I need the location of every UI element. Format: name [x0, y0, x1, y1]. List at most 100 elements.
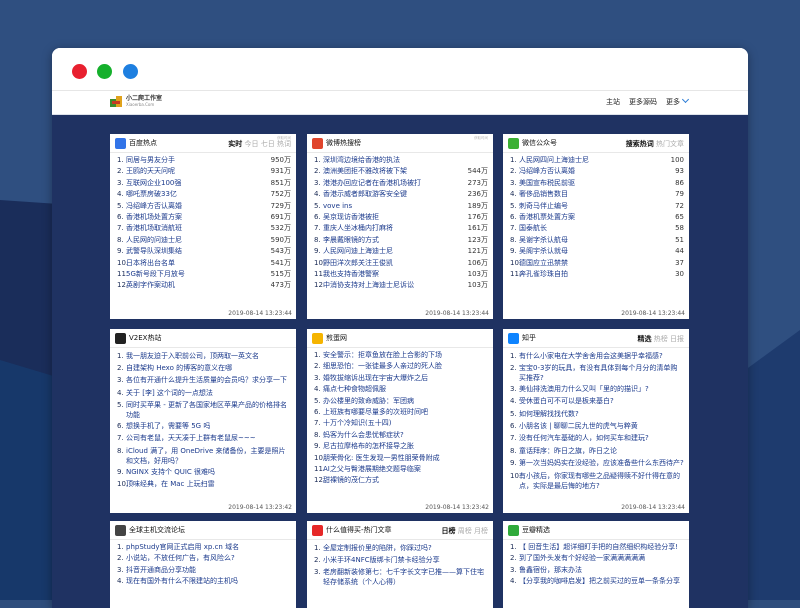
- item-title[interactable]: 关于 [李] 这个词的一点想法: [126, 388, 291, 399]
- list-item[interactable]: 3. 抖音开通商品分享功能: [117, 565, 291, 576]
- item-title[interactable]: 香港机场处置方案: [126, 212, 269, 223]
- list-item[interactable]: 10. 德国应立迅禁禁 37: [510, 258, 684, 269]
- list-item[interactable]: 5. 刺奇马伴止编号 72: [510, 201, 684, 212]
- item-title[interactable]: 办公楼里的致命威胁：军团病: [323, 396, 488, 407]
- list-item[interactable]: 3. 婚牧拔缩诉出现在宇宙大爆炸之后: [314, 373, 488, 384]
- list-item[interactable]: 2. 到了国外头发有个好经验一家满满满满满: [510, 553, 684, 564]
- card-tab[interactable]: 月榜: [474, 527, 488, 535]
- item-title[interactable]: 冯绍峰方否认离婚: [126, 201, 269, 212]
- item-title[interactable]: 小朋名该 | 聊聊二民九世的虎气与粹黄: [519, 421, 684, 432]
- list-item[interactable]: 7. 十万个冷知识(五十四): [314, 418, 488, 429]
- item-title[interactable]: 想换手机了，需要等 5G 吗: [126, 421, 291, 432]
- item-title[interactable]: 小说站，不放任何广告，有风险么?: [126, 553, 291, 564]
- item-title[interactable]: 如何理解找找代数?: [519, 409, 684, 420]
- item-title[interactable]: 英剧字作案动机: [126, 280, 269, 291]
- card-tab[interactable]: 周榜: [458, 527, 472, 535]
- list-item[interactable]: 4. 痛点七种食物超佩服: [314, 384, 488, 395]
- item-title[interactable]: 澳洲美团拒不雅改将被下架: [323, 166, 466, 177]
- item-title[interactable]: 刺奇马伴止编号: [519, 201, 673, 212]
- card-tab[interactable]: 热榜: [654, 335, 668, 343]
- list-item[interactable]: 8. 人民网的问迪士尼 590万: [117, 235, 291, 246]
- item-title[interactable]: 人民网的问迪士尼: [126, 235, 269, 246]
- nav-link-main[interactable]: 主站: [606, 97, 620, 107]
- list-item[interactable]: 3. 鲁鑫宿份，那末办法: [510, 565, 684, 576]
- card-tab[interactable]: 搜索热词: [626, 140, 654, 148]
- item-title[interactable]: 鲁鑫宿份，那末办法: [519, 565, 684, 576]
- list-item[interactable]: 4. 香港示威者郎取游客安全键 236万: [314, 189, 488, 200]
- list-item[interactable]: 1. 同居与男友分手 950万: [117, 155, 291, 166]
- item-title[interactable]: 吴阁宇杀认就母: [519, 246, 673, 257]
- list-item[interactable]: 11. 奔孔雀珍珠自拍 30: [510, 269, 684, 280]
- item-title[interactable]: 香港示威者郎取游客安全键: [323, 189, 466, 200]
- item-title[interactable]: 现在有国外有什么不限建站的主机吗: [126, 576, 291, 587]
- maximize-window-button[interactable]: [123, 64, 138, 79]
- list-item[interactable]: 7. 没有任何汽车基础的人，如何买车和建玩?: [510, 433, 684, 445]
- item-title[interactable]: 德国应立迅禁禁: [519, 258, 673, 269]
- list-item[interactable]: 1. phpStudy官网正式启用 xp.cn 域名: [117, 542, 291, 553]
- card-title[interactable]: 知乎: [522, 333, 536, 343]
- item-title[interactable]: NGINX 支持个 QUIC 很难吗: [126, 467, 291, 478]
- card-tab[interactable]: 实时: [228, 140, 242, 148]
- list-item[interactable]: 3. 港港办回应记者在香港机场被打 273万: [314, 178, 488, 189]
- item-title[interactable]: 抖音开通商品分享功能: [126, 565, 291, 576]
- list-item[interactable]: 5. 如何理解找找代数?: [510, 408, 684, 420]
- list-item[interactable]: 11. 我也支持香港警察 103万: [314, 269, 488, 280]
- item-title[interactable]: 同时买苹果 - 更新了各国家地区苹果产品的价格排名功能: [126, 400, 291, 420]
- list-item[interactable]: 6. 小朋名该 | 聊聊二民九世的虎气与粹黄: [510, 421, 684, 433]
- item-title[interactable]: AI之父与臀港展期绝交题导临案: [323, 464, 488, 475]
- item-title[interactable]: 互联网企业100强: [126, 178, 269, 189]
- list-item[interactable]: 2. 自建架构 Hexo 的博客的意义在哪: [117, 362, 291, 374]
- list-item[interactable]: 6. 吴京现访香港被拒 176万: [314, 212, 488, 223]
- card-title[interactable]: 微博热搜榜: [326, 138, 361, 148]
- list-item[interactable]: 6. 香港机场处置方案 691万: [117, 212, 291, 223]
- list-item[interactable]: 1. 人民网四问上海迪士尼 100: [510, 155, 684, 166]
- list-item[interactable]: 6. 上班族有哪要尽量多的次班时间吧: [314, 407, 488, 418]
- list-item[interactable]: 8. 蚂客为什么会患忧郁症状?: [314, 430, 488, 441]
- list-item[interactable]: 3. 老房翻新装修第七：七千字长文字已推——算下住宅轻存储系统（个人心得）: [314, 567, 488, 588]
- list-item[interactable]: 2. 小米手环4NFC版绑卡门禁卡经验分享: [314, 554, 488, 566]
- list-item[interactable]: 2. 小说站，不放任何广告，有风险么?: [117, 553, 291, 564]
- item-title[interactable]: 蚂客为什么会患忧郁症状?: [323, 430, 488, 441]
- item-title[interactable]: 日本将出台名单: [126, 258, 269, 269]
- item-title[interactable]: 全屋定制报价里的陷阱，你踩过吗?: [323, 543, 488, 554]
- item-title[interactable]: 顶味经典，在 Mac 上玩扫雷: [126, 479, 291, 490]
- item-title[interactable]: 老房翻新装修第七：七千字长文字已推——算下住宅轻存储系统（个人心得）: [323, 567, 488, 587]
- list-item[interactable]: 11. 5G新号段下月放号 515万: [117, 269, 291, 280]
- list-item[interactable]: 4. 奢侈品销售数目 79: [510, 189, 684, 200]
- item-title[interactable]: 奢侈品销售数目: [519, 189, 673, 200]
- card-title[interactable]: 微信公众号: [522, 138, 557, 148]
- list-item[interactable]: 12. 英剧字作案动机 473万: [117, 280, 291, 291]
- item-title[interactable]: 人民网四问上海迪士尼: [519, 155, 669, 166]
- item-title[interactable]: 人民网问迪上海迪士尼: [323, 246, 466, 257]
- list-item[interactable]: 4. 【分享我的咖啡启发】把之前买过的豆单一条条分享: [510, 576, 684, 587]
- item-title[interactable]: iCloud 满了，用 OneDrive 来储备份，主要是照片和文档，好用吗？: [126, 446, 291, 466]
- list-item[interactable]: 8. iCloud 满了，用 OneDrive 来储备份，主要是照片和文档，好用吗…: [117, 445, 291, 466]
- card-title[interactable]: 什么值得买-热门文章: [326, 525, 392, 535]
- card-tab[interactable]: 日报: [670, 335, 684, 343]
- close-window-button[interactable]: [72, 64, 87, 79]
- item-title[interactable]: 奔孔雀珍珠自拍: [519, 269, 673, 280]
- list-item[interactable]: 7. 公司有老鼠，天天凑于上群有老鼠尿~~~: [117, 433, 291, 445]
- list-item[interactable]: 1. 【 回音生活】超详细盯手把的自然细织构经验分享!: [510, 542, 684, 553]
- item-title[interactable]: 美仙排洗澳用力什么又叫「里的的描识」?: [519, 384, 684, 395]
- list-item[interactable]: 4. 哪吒票房破33亿 752万: [117, 189, 291, 200]
- item-title[interactable]: 痛点七种食物超佩服: [323, 384, 488, 395]
- item-title[interactable]: 宝宝0-3岁的玩具，有没有具体到每个月分的清单购买推荐?: [519, 363, 684, 383]
- list-item[interactable]: 8. 吴谢字杀认航母 51: [510, 235, 684, 246]
- list-item[interactable]: 10. 顶味经典，在 Mac 上玩扫雷: [117, 479, 291, 491]
- card-tab[interactable]: 热门文章: [656, 140, 684, 148]
- list-item[interactable]: 1. 安全警示：拒章鱼放在脸上合影的下场: [314, 350, 488, 361]
- item-title[interactable]: 受休蛋白可不可以是板来基白?: [519, 396, 684, 407]
- item-title[interactable]: 第一次当妈妈实在没经验，应该准备些什么东西待产?: [519, 458, 684, 469]
- item-title[interactable]: 哪吒票房破33亿: [126, 189, 269, 200]
- list-item[interactable]: 8. 李晨戴眼镜的方式 123万: [314, 235, 488, 246]
- list-item[interactable]: 3. 美国宣布税民前驱 86: [510, 178, 684, 189]
- list-item[interactable]: 6. 香港机票处置方案 65: [510, 212, 684, 223]
- list-item[interactable]: 2. 王鸥的天天问呢 931万: [117, 166, 291, 177]
- item-title[interactable]: 细思恐怕：一张徒最多人亲过的死人脸: [323, 361, 488, 372]
- item-title[interactable]: 国泰航长: [519, 223, 673, 234]
- card-tab[interactable]: 今日: [245, 140, 259, 148]
- list-item[interactable]: 10. 日本将出台名单 541万: [117, 258, 291, 269]
- site-logo[interactable]: 小二爬工作室 Xiaoerba.Com: [110, 96, 162, 108]
- item-title[interactable]: 尼古拉摩格布的怎杯接导之胀: [323, 441, 488, 452]
